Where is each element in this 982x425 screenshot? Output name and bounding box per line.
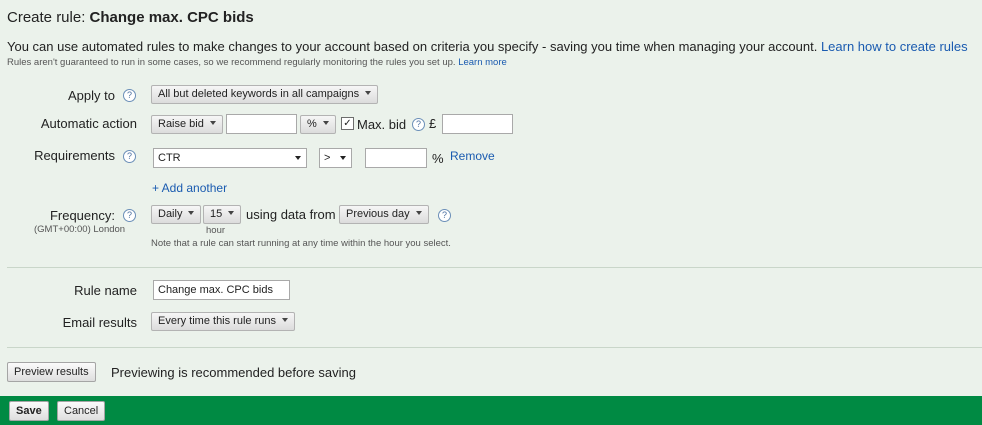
max-bid-input[interactable] bbox=[442, 114, 513, 134]
intro-description: You can use automated rules to make chan… bbox=[7, 39, 821, 54]
intro-note: Rules aren't guaranteed to run in some c… bbox=[7, 57, 507, 68]
rule-name-input[interactable]: Change max. CPC bids bbox=[153, 280, 290, 300]
section-divider bbox=[7, 347, 982, 348]
requirement-operator-select[interactable]: > bbox=[319, 148, 352, 168]
chevron-down-icon bbox=[415, 211, 422, 215]
max-bid-help-icon[interactable]: ? bbox=[412, 118, 425, 131]
requirement-value-input[interactable] bbox=[365, 148, 427, 168]
requirement-unit: % bbox=[432, 151, 444, 166]
save-button[interactable]: Save bbox=[9, 401, 49, 421]
data-range-value: Previous day bbox=[346, 208, 410, 220]
rule-title-name: Change max. CPC bids bbox=[89, 9, 254, 26]
chevron-down-icon bbox=[365, 91, 372, 95]
max-bid-checkbox[interactable]: ✓ bbox=[341, 117, 354, 130]
rule-name-label: Rule name bbox=[74, 283, 137, 298]
intro-text: You can use automated rules to make chan… bbox=[7, 39, 968, 54]
remove-requirement-link[interactable]: Remove bbox=[450, 149, 495, 163]
frequency-label: Frequency: bbox=[49, 208, 115, 223]
add-another-link[interactable]: + Add another bbox=[152, 181, 227, 195]
automatic-action-label: Automatic action bbox=[40, 116, 137, 131]
currency-symbol: £ bbox=[429, 116, 437, 131]
title-prefix: Create rule: bbox=[7, 9, 90, 26]
learn-more-link[interactable]: Learn more bbox=[458, 57, 507, 68]
apply-to-label: Apply to bbox=[68, 88, 115, 103]
requirements-help-icon[interactable]: ? bbox=[123, 150, 136, 163]
action-unit-dropdown[interactable]: % bbox=[300, 115, 336, 134]
email-results-label: Email results bbox=[62, 315, 137, 330]
apply-to-help-icon[interactable]: ? bbox=[123, 89, 136, 102]
max-bid-label: Max. bid bbox=[357, 117, 407, 132]
requirement-metric-value: CTR bbox=[158, 152, 181, 164]
chevron-down-icon bbox=[340, 156, 346, 160]
email-results-value: Every time this rule runs bbox=[158, 315, 276, 327]
requirement-operator-value: > bbox=[324, 152, 331, 164]
footer-bar: Save Cancel bbox=[0, 396, 982, 425]
learn-create-rules-link[interactable]: Learn how to create rules bbox=[821, 39, 968, 54]
hour-label: hour bbox=[206, 225, 226, 236]
chevron-down-icon bbox=[188, 211, 195, 215]
action-amount-input[interactable] bbox=[226, 114, 297, 134]
frequency-hour-dropdown[interactable]: 15 bbox=[203, 205, 242, 224]
requirement-metric-select[interactable]: CTR bbox=[153, 148, 307, 168]
chevron-down-icon bbox=[322, 121, 329, 125]
apply-to-value: All but deleted keywords in all campaign… bbox=[158, 88, 360, 100]
data-range-dropdown[interactable]: Previous day bbox=[339, 205, 429, 224]
preview-results-button[interactable]: Preview results bbox=[7, 362, 96, 382]
action-type-dropdown[interactable]: Raise bid bbox=[151, 115, 223, 134]
apply-to-dropdown[interactable]: All but deleted keywords in all campaign… bbox=[151, 85, 379, 104]
email-results-dropdown[interactable]: Every time this rule runs bbox=[151, 312, 295, 331]
frequency-period-value: Daily bbox=[158, 208, 183, 220]
action-type-value: Raise bid bbox=[158, 118, 204, 130]
frequency-period-dropdown[interactable]: Daily bbox=[151, 205, 202, 224]
chevron-down-icon bbox=[209, 121, 216, 125]
cancel-button[interactable]: Cancel bbox=[57, 401, 106, 421]
page-title: Create rule: Change max. CPC bids bbox=[7, 9, 254, 26]
action-unit-value: % bbox=[307, 118, 317, 130]
chevron-down-icon bbox=[295, 156, 301, 160]
chevron-down-icon bbox=[228, 211, 235, 215]
preview-note: Previewing is recommended before saving bbox=[111, 365, 356, 380]
using-data-label: using data from bbox=[246, 207, 336, 222]
data-range-help-icon[interactable]: ? bbox=[438, 209, 451, 222]
timezone-label: (GMT+00:00) London bbox=[34, 224, 126, 235]
section-divider bbox=[7, 267, 982, 268]
intro-note-text: Rules aren't guaranteed to run in some c… bbox=[7, 57, 459, 68]
frequency-note: Note that a rule can start running at an… bbox=[151, 238, 451, 249]
chevron-down-icon bbox=[281, 318, 288, 322]
frequency-hour-value: 15 bbox=[210, 208, 223, 220]
frequency-help-icon[interactable]: ? bbox=[123, 209, 136, 222]
requirements-label: Requirements bbox=[34, 148, 115, 163]
